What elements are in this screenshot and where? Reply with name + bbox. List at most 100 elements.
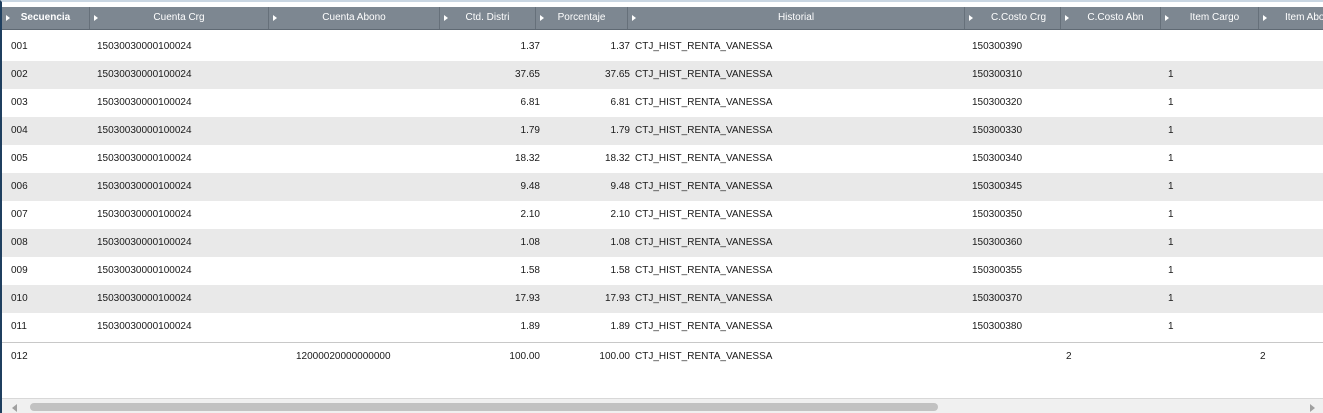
cell-cc-abn[interactable]	[1066, 285, 1146, 313]
cell-item-abono[interactable]	[1260, 257, 1320, 285]
table-row[interactable]: 001 15030030000100024 1.37 1.37 CTJ_HIST_REN…	[2, 33, 1323, 61]
cell-ctd[interactable]: 1.37	[440, 33, 540, 61]
cell-cuenta-crg[interactable]: 15030030000100024	[97, 33, 267, 61]
cell-cuenta-crg[interactable]	[97, 343, 267, 371]
scroll-right-icon[interactable]	[1310, 404, 1315, 412]
cell-cuenta-crg[interactable]: 15030030000100024	[97, 257, 267, 285]
cell-seq[interactable]: 002	[11, 61, 81, 89]
cell-hist[interactable]: CTJ_HIST_RENTA_VANESSA	[635, 61, 955, 89]
cell-cuenta-crg[interactable]: 15030030000100024	[97, 117, 267, 145]
cell-seq[interactable]: 001	[11, 33, 81, 61]
cell-hist[interactable]: CTJ_HIST_RENTA_VANESSA	[635, 89, 955, 117]
cell-cc-abn[interactable]	[1066, 117, 1146, 145]
cell-cc-abn[interactable]	[1066, 61, 1146, 89]
cell-pct[interactable]: 17.93	[540, 285, 630, 313]
cell-item-abono[interactable]	[1260, 173, 1320, 201]
cell-item-cargo[interactable]: 1	[1168, 173, 1258, 201]
cell-ctd[interactable]: 100.00	[440, 343, 540, 371]
scroll-left-icon[interactable]	[12, 404, 17, 412]
cell-cuenta-abono[interactable]: 12000020000000000	[296, 343, 456, 371]
cell-cc-abn[interactable]	[1066, 145, 1146, 173]
cell-hist[interactable]: CTJ_HIST_RENTA_VANESSA	[635, 117, 955, 145]
cell-cuenta-abono[interactable]	[296, 117, 456, 145]
cell-ctd[interactable]: 17.93	[440, 285, 540, 313]
cell-seq[interactable]: 010	[11, 285, 81, 313]
cell-seq[interactable]: 007	[11, 201, 81, 229]
cell-item-abono[interactable]	[1260, 313, 1320, 341]
cell-cc-abn[interactable]	[1066, 313, 1146, 341]
cell-seq[interactable]: 006	[11, 173, 81, 201]
cell-hist[interactable]: CTJ_HIST_RENTA_VANESSA	[635, 313, 955, 341]
column-header-ctd-distri[interactable]: Ctd. Distri	[440, 7, 536, 29]
column-header-cuenta-crg[interactable]: Cuenta Crg	[90, 7, 269, 29]
cell-cuenta-crg[interactable]: 15030030000100024	[97, 285, 267, 313]
cell-cuenta-crg[interactable]: 15030030000100024	[97, 145, 267, 173]
cell-cc-crg[interactable]	[972, 343, 1062, 371]
cell-item-cargo[interactable]: 1	[1168, 313, 1258, 341]
cell-ctd[interactable]: 1.89	[440, 313, 540, 341]
table-row[interactable]: 009 15030030000100024 1.58 1.58 CTJ_HIST_REN…	[2, 257, 1323, 285]
table-row[interactable]: 004 15030030000100024 1.79 1.79 CTJ_HIST_REN…	[2, 117, 1323, 145]
cell-cc-abn[interactable]	[1066, 201, 1146, 229]
cell-cc-abn[interactable]	[1066, 89, 1146, 117]
cell-cuenta-crg[interactable]: 15030030000100024	[97, 89, 267, 117]
cell-item-cargo[interactable]: 1	[1168, 201, 1258, 229]
column-header-item-abono[interactable]: Item Abo	[1259, 7, 1323, 29]
cell-ctd[interactable]: 1.79	[440, 117, 540, 145]
cell-hist[interactable]: CTJ_HIST_RENTA_VANESSA	[635, 145, 955, 173]
cell-item-abono[interactable]	[1260, 145, 1320, 173]
cell-item-abono[interactable]	[1260, 89, 1320, 117]
cell-cuenta-abono[interactable]	[296, 173, 456, 201]
cell-cc-abn[interactable]	[1066, 257, 1146, 285]
column-header-ccosto-abn[interactable]: C.Costo Abn	[1061, 7, 1161, 29]
cell-hist[interactable]: CTJ_HIST_RENTA_VANESSA	[635, 173, 955, 201]
cell-cuenta-abono[interactable]	[296, 257, 456, 285]
cell-pct[interactable]: 1.08	[540, 229, 630, 257]
cell-ctd[interactable]: 6.81	[440, 89, 540, 117]
cell-hist[interactable]: CTJ_HIST_RENTA_VANESSA	[635, 285, 955, 313]
scrollbar-thumb[interactable]	[30, 403, 938, 411]
cell-ctd[interactable]: 1.58	[440, 257, 540, 285]
cell-seq[interactable]: 012	[11, 343, 81, 371]
cell-item-abono[interactable]	[1260, 229, 1320, 257]
cell-cuenta-abono[interactable]	[296, 33, 456, 61]
cell-item-cargo[interactable]	[1168, 343, 1258, 371]
cell-item-cargo[interactable]: 1	[1168, 229, 1258, 257]
table-row[interactable]: 005 15030030000100024 18.32 18.32 CTJ_HIST_R…	[2, 145, 1323, 173]
cell-item-abono[interactable]	[1260, 285, 1320, 313]
cell-cuenta-abono[interactable]	[296, 89, 456, 117]
column-header-item-cargo[interactable]: Item Cargo	[1161, 7, 1259, 29]
cell-item-abono[interactable]	[1260, 33, 1320, 61]
cell-cc-abn[interactable]	[1066, 229, 1146, 257]
cell-cuenta-abono[interactable]	[296, 313, 456, 341]
cell-cc-crg[interactable]: 150300320	[972, 89, 1062, 117]
cell-seq[interactable]: 003	[11, 89, 81, 117]
cell-cuenta-abono[interactable]	[296, 229, 456, 257]
cell-cc-abn[interactable]	[1066, 33, 1146, 61]
cell-item-abono[interactable]	[1260, 61, 1320, 89]
table-row[interactable]: 007 15030030000100024 2.10 2.10 CTJ_HIST_REN…	[2, 201, 1323, 229]
cell-pct[interactable]: 100.00	[540, 343, 630, 371]
cell-seq[interactable]: 009	[11, 257, 81, 285]
cell-ctd[interactable]: 18.32	[440, 145, 540, 173]
column-header-porcentaje[interactable]: Porcentaje	[536, 7, 628, 29]
cell-cuenta-crg[interactable]: 15030030000100024	[97, 229, 267, 257]
cell-seq[interactable]: 005	[11, 145, 81, 173]
cell-pct[interactable]: 1.89	[540, 313, 630, 341]
cell-hist[interactable]: CTJ_HIST_RENTA_VANESSA	[635, 201, 955, 229]
cell-item-cargo[interactable]: 1	[1168, 285, 1258, 313]
cell-seq[interactable]: 008	[11, 229, 81, 257]
cell-pct[interactable]: 37.65	[540, 61, 630, 89]
cell-seq[interactable]: 011	[11, 313, 81, 341]
cell-cc-crg[interactable]: 150300330	[972, 117, 1062, 145]
cell-cc-abn[interactable]	[1066, 173, 1146, 201]
cell-cc-crg[interactable]: 150300355	[972, 257, 1062, 285]
table-row[interactable]: 008 15030030000100024 1.08 1.08 CTJ_HIST_REN…	[2, 229, 1323, 257]
table-row[interactable]: 010 15030030000100024 17.93 17.93 CTJ_HIST_R…	[2, 285, 1323, 313]
cell-hist[interactable]: CTJ_HIST_RENTA_VANESSA	[635, 257, 955, 285]
table-row[interactable]: 006 15030030000100024 9.48 9.48 CTJ_HIST_REN…	[2, 173, 1323, 201]
cell-item-abono[interactable]	[1260, 201, 1320, 229]
cell-cuenta-crg[interactable]: 15030030000100024	[97, 201, 267, 229]
cell-pct[interactable]: 18.32	[540, 145, 630, 173]
column-header-secuencia[interactable]: Secuencia	[2, 7, 90, 29]
